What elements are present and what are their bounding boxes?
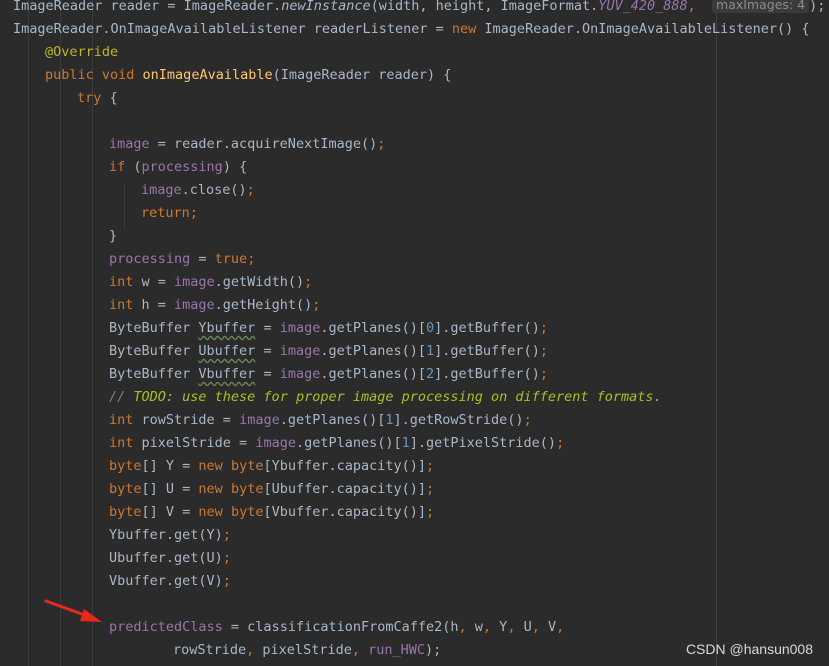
code-line-24: Ybuffer.get(Y);: [109, 527, 231, 543]
code-line-23: byte[] V = new byte[Vbuffer.capacity()];: [109, 504, 435, 520]
code-line-28: predictedClass = classificationFromCaffe…: [109, 619, 565, 635]
watermark: CSDN @hansun008: [685, 641, 813, 657]
code-line-2: ImageReader.OnImageAvailableListener rea…: [13, 21, 810, 37]
code-line-1: ImageReader reader = ImageReader.newInst…: [13, 0, 825, 18]
code-line-18: // TODO: use these for proper image proc…: [109, 389, 662, 405]
indent-guide: [28, 0, 29, 666]
code-line-4: public void onImageAvailable(ImageReader…: [45, 67, 452, 83]
code-line-3: @Override: [45, 44, 119, 60]
code-line-15: ByteBuffer Ybuffer = image.getPlanes()[0…: [109, 320, 548, 336]
code-line-11: }: [109, 228, 118, 244]
code-line-10: return;: [141, 205, 198, 221]
code-line-12: processing = true;: [109, 251, 256, 267]
code-line-13: int w = image.getWidth();: [109, 274, 313, 290]
code-line-8: if (processing) {: [109, 159, 248, 175]
arrow-icon: [44, 599, 102, 622]
code-editor[interactable]: ImageReader reader = ImageReader.newInst…: [0, 0, 829, 666]
code-line-9: image.close();: [141, 182, 255, 198]
code-line-17: ByteBuffer Vbuffer = image.getPlanes()[2…: [109, 366, 548, 382]
code-line-16: ByteBuffer Ubuffer = image.getPlanes()[1…: [109, 343, 548, 359]
code-line-25: Ubuffer.get(U);: [109, 550, 231, 566]
code-line-26: Vbuffer.get(V);: [109, 573, 231, 589]
code-line-19: int rowStride = image.getPlanes()[1].get…: [109, 412, 532, 428]
code-line-7: image = reader.acquireNextImage();: [109, 136, 386, 152]
code-line-14: int h = image.getHeight();: [109, 297, 321, 313]
param-hint: maxImages: 4: [712, 0, 810, 13]
right-margin-guide: [716, 0, 717, 666]
code-line-29: rowStride, pixelStride, run_HWC);: [173, 642, 442, 658]
code-line-21: byte[] Y = new byte[Ybuffer.capacity()];: [109, 458, 435, 474]
code-line-5: try {: [77, 90, 118, 106]
code-line-20: int pixelStride = image.getPlanes()[1].g…: [109, 435, 565, 451]
code-line-22: byte[] U = new byte[Ubuffer.capacity()];: [109, 481, 435, 497]
indent-guide: [60, 0, 61, 666]
indent-guide: [124, 184, 125, 230]
